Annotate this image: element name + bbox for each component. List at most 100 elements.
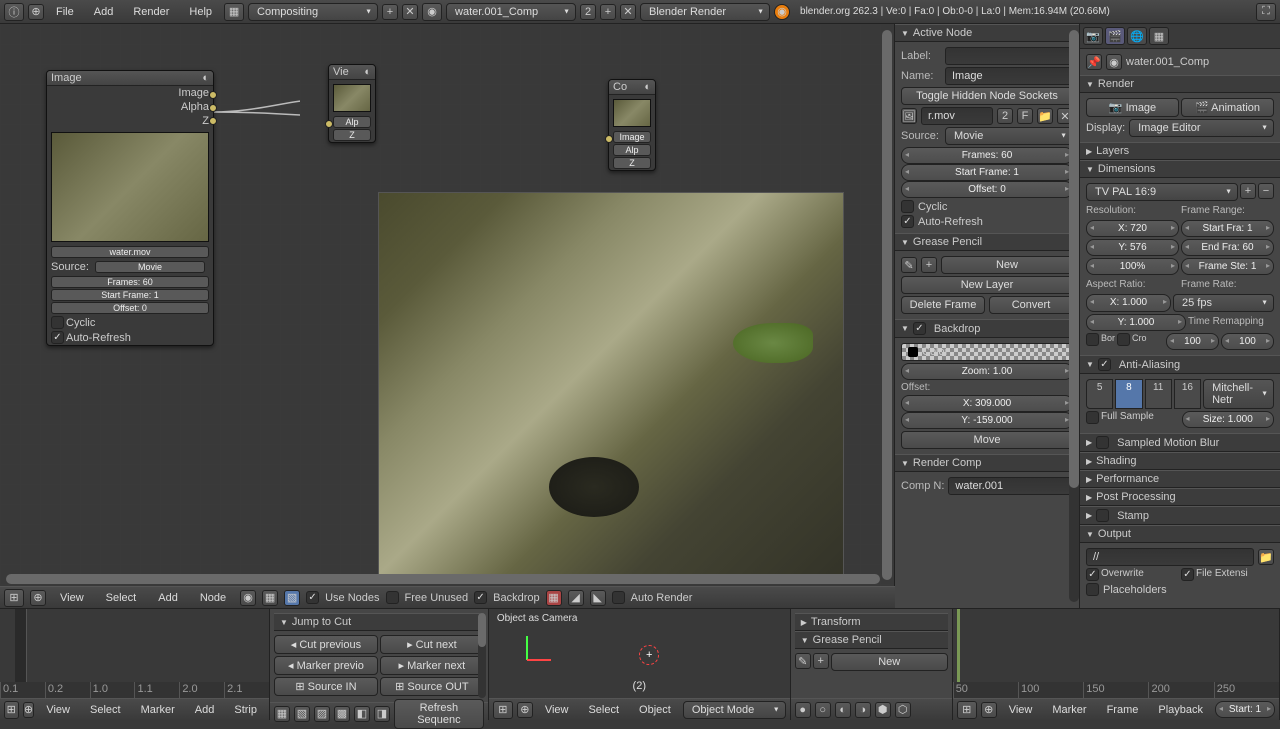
- panel-anti-aliasing[interactable]: Anti-Aliasing: [1080, 355, 1280, 374]
- mode-dropdown[interactable]: Object Mode: [683, 701, 786, 719]
- panel-grease-3d[interactable]: Grease Pencil: [795, 631, 948, 649]
- source-in-button[interactable]: ⊞ Source IN: [274, 677, 378, 696]
- panel-post-processing[interactable]: Post Processing: [1080, 488, 1280, 506]
- screen-browse-icon[interactable]: ▦: [224, 3, 244, 21]
- node-viewer[interactable]: Vie◐ Alp Z: [328, 64, 376, 143]
- ctx-scene-icon[interactable]: 🎬: [1105, 27, 1125, 45]
- gp-new-3d-button[interactable]: New: [831, 653, 948, 671]
- add-preset-icon[interactable]: +: [1240, 183, 1256, 199]
- fps-dropdown[interactable]: 25 fps: [1173, 294, 1274, 312]
- free-unused-check[interactable]: [386, 591, 399, 604]
- menu-select[interactable]: Select: [98, 592, 145, 604]
- ctx-world-icon[interactable]: 🌐: [1127, 27, 1147, 45]
- node-file-field[interactable]: water.mov: [51, 246, 209, 258]
- panel-render-comp[interactable]: Render Comp: [895, 454, 1079, 472]
- panel-shading[interactable]: Shading: [1080, 452, 1280, 470]
- folder-icon[interactable]: 📁: [1258, 549, 1274, 565]
- panel-stamp[interactable]: Stamp: [1080, 506, 1280, 525]
- panel-grease-pencil[interactable]: Grease Pencil: [895, 233, 1079, 251]
- gp-new-button[interactable]: New: [941, 256, 1073, 274]
- node-collapse-icon[interactable]: ◐: [364, 66, 371, 78]
- backdrop-color[interactable]: Color: [901, 343, 1073, 361]
- collapse-menus-icon[interactable]: ⊕: [28, 4, 44, 20]
- sequencer-timeline[interactable]: 0+02 0.1 0.2 1.0 1.1 2.0 2.1: [0, 609, 269, 698]
- toggle-sockets-button[interactable]: Toggle Hidden Node Sockets: [901, 87, 1073, 105]
- cut-next-button[interactable]: ▸ Cut next: [380, 635, 484, 654]
- backdrop-rgb-icon[interactable]: ▦: [546, 590, 562, 606]
- scene-users[interactable]: 2: [580, 4, 596, 20]
- backdrop-alpha-icon[interactable]: ◢: [568, 590, 584, 606]
- gp-new-layer-button[interactable]: New Layer: [901, 276, 1073, 294]
- aa-8-button[interactable]: 8: [1115, 379, 1142, 409]
- aa-11-button[interactable]: 11: [1145, 379, 1172, 409]
- menu-add[interactable]: Add: [86, 6, 122, 18]
- new-gp-icon[interactable]: +: [921, 257, 937, 273]
- offset-y-field[interactable]: Y: -159.000: [901, 412, 1073, 429]
- editor-type-icon[interactable]: ⊞: [957, 701, 977, 719]
- backdrop-z-icon[interactable]: ◣: [590, 590, 606, 606]
- render-image-button[interactable]: 📷 Image: [1086, 98, 1179, 117]
- gp-convert-button[interactable]: Convert: [989, 296, 1073, 314]
- offset-x-field[interactable]: X: 309.000: [901, 395, 1073, 412]
- pin-icon[interactable]: 📌: [1086, 54, 1102, 70]
- editor-type-icon[interactable]: ⊞: [493, 701, 513, 719]
- timeline[interactable]: 50 100 150 200 250: [953, 609, 1279, 698]
- image-browse-icon[interactable]: 🖼: [901, 108, 917, 124]
- node-name-input[interactable]: Image: [945, 67, 1073, 85]
- pencil-icon[interactable]: ✎: [901, 257, 917, 273]
- scene-browse-icon[interactable]: ◉: [422, 3, 442, 21]
- panel-output[interactable]: Output: [1080, 525, 1280, 543]
- vse-view-icon[interactable]: ▦: [274, 706, 290, 722]
- comp-tree-icon[interactable]: ▧: [284, 590, 300, 606]
- node-editor[interactable]: Image◐ Image Alpha Z water.mov Source:Mo…: [0, 24, 895, 586]
- scene-dropdown[interactable]: water.001_Comp: [446, 3, 576, 21]
- node-collapse-icon[interactable]: ◐: [644, 81, 651, 93]
- aa-filter-dropdown[interactable]: Mitchell-Netr: [1203, 379, 1274, 409]
- preset-dropdown[interactable]: TV PAL 16:9: [1086, 183, 1238, 201]
- start-frame-field[interactable]: Start: 1: [1215, 701, 1275, 718]
- marker-prev-button[interactable]: ◂ Marker previo: [274, 656, 378, 675]
- panel-layers[interactable]: Layers: [1080, 142, 1280, 160]
- aa-16-button[interactable]: 16: [1174, 379, 1201, 409]
- refresh-sequencer-button[interactable]: Refresh Sequenc: [394, 699, 484, 729]
- marker-next-button[interactable]: ▸ Marker next: [380, 656, 484, 675]
- zoom-field[interactable]: Zoom: 1.00: [901, 363, 1073, 380]
- scene-icon[interactable]: ◉: [1106, 54, 1122, 70]
- panel-performance[interactable]: Performance: [1080, 470, 1280, 488]
- panel-render[interactable]: Render: [1080, 75, 1280, 93]
- collapse-icon[interactable]: ⊕: [30, 590, 46, 606]
- panel-active-node[interactable]: Active Node: [895, 24, 1079, 42]
- delete-scene-icon[interactable]: ✕: [620, 4, 636, 20]
- offset-field[interactable]: Offset: 0: [901, 181, 1073, 198]
- source-out-button[interactable]: ⊞ Source OUT: [380, 677, 484, 696]
- menu-add[interactable]: Add: [150, 592, 186, 604]
- panel-backdrop[interactable]: Backdrop: [895, 319, 1079, 338]
- use-nodes-check[interactable]: [306, 591, 319, 604]
- output-path-input[interactable]: //: [1086, 548, 1254, 566]
- auto-render-check[interactable]: [612, 591, 625, 604]
- shader-tree-icon[interactable]: ◉: [240, 590, 256, 606]
- aa-5-button[interactable]: 5: [1086, 379, 1113, 409]
- ctx-object-icon[interactable]: ▦: [1149, 27, 1169, 45]
- tex-tree-icon[interactable]: ▦: [262, 590, 278, 606]
- menu-view[interactable]: View: [52, 592, 92, 604]
- start-frame-field[interactable]: Start Frame: 1: [901, 164, 1073, 181]
- panel-transform[interactable]: Transform: [795, 613, 948, 631]
- menu-file[interactable]: File: [48, 6, 82, 18]
- menu-render[interactable]: Render: [125, 6, 177, 18]
- 3d-viewport[interactable]: Object as Camera (2): [489, 609, 790, 698]
- render-engine-dropdown[interactable]: Blender Render: [640, 3, 770, 21]
- source-dropdown[interactable]: Movie: [945, 127, 1073, 145]
- frames-field[interactable]: Frames: 60: [901, 147, 1073, 164]
- ctx-render-icon[interactable]: 📷: [1083, 27, 1103, 45]
- render-animation-button[interactable]: 🎬 Animation: [1181, 98, 1274, 117]
- move-button[interactable]: Move: [901, 431, 1073, 449]
- panel-motion-blur[interactable]: Sampled Motion Blur: [1080, 433, 1280, 452]
- menu-node[interactable]: Node: [192, 592, 234, 604]
- backdrop-check[interactable]: [474, 591, 487, 604]
- fullscreen-icon[interactable]: ⛶: [1256, 3, 1276, 21]
- open-file-icon[interactable]: 📁: [1037, 108, 1053, 124]
- display-dropdown[interactable]: Image Editor: [1129, 119, 1274, 137]
- remove-preset-icon[interactable]: −: [1258, 183, 1274, 199]
- shading-solid-icon[interactable]: ●: [795, 702, 811, 718]
